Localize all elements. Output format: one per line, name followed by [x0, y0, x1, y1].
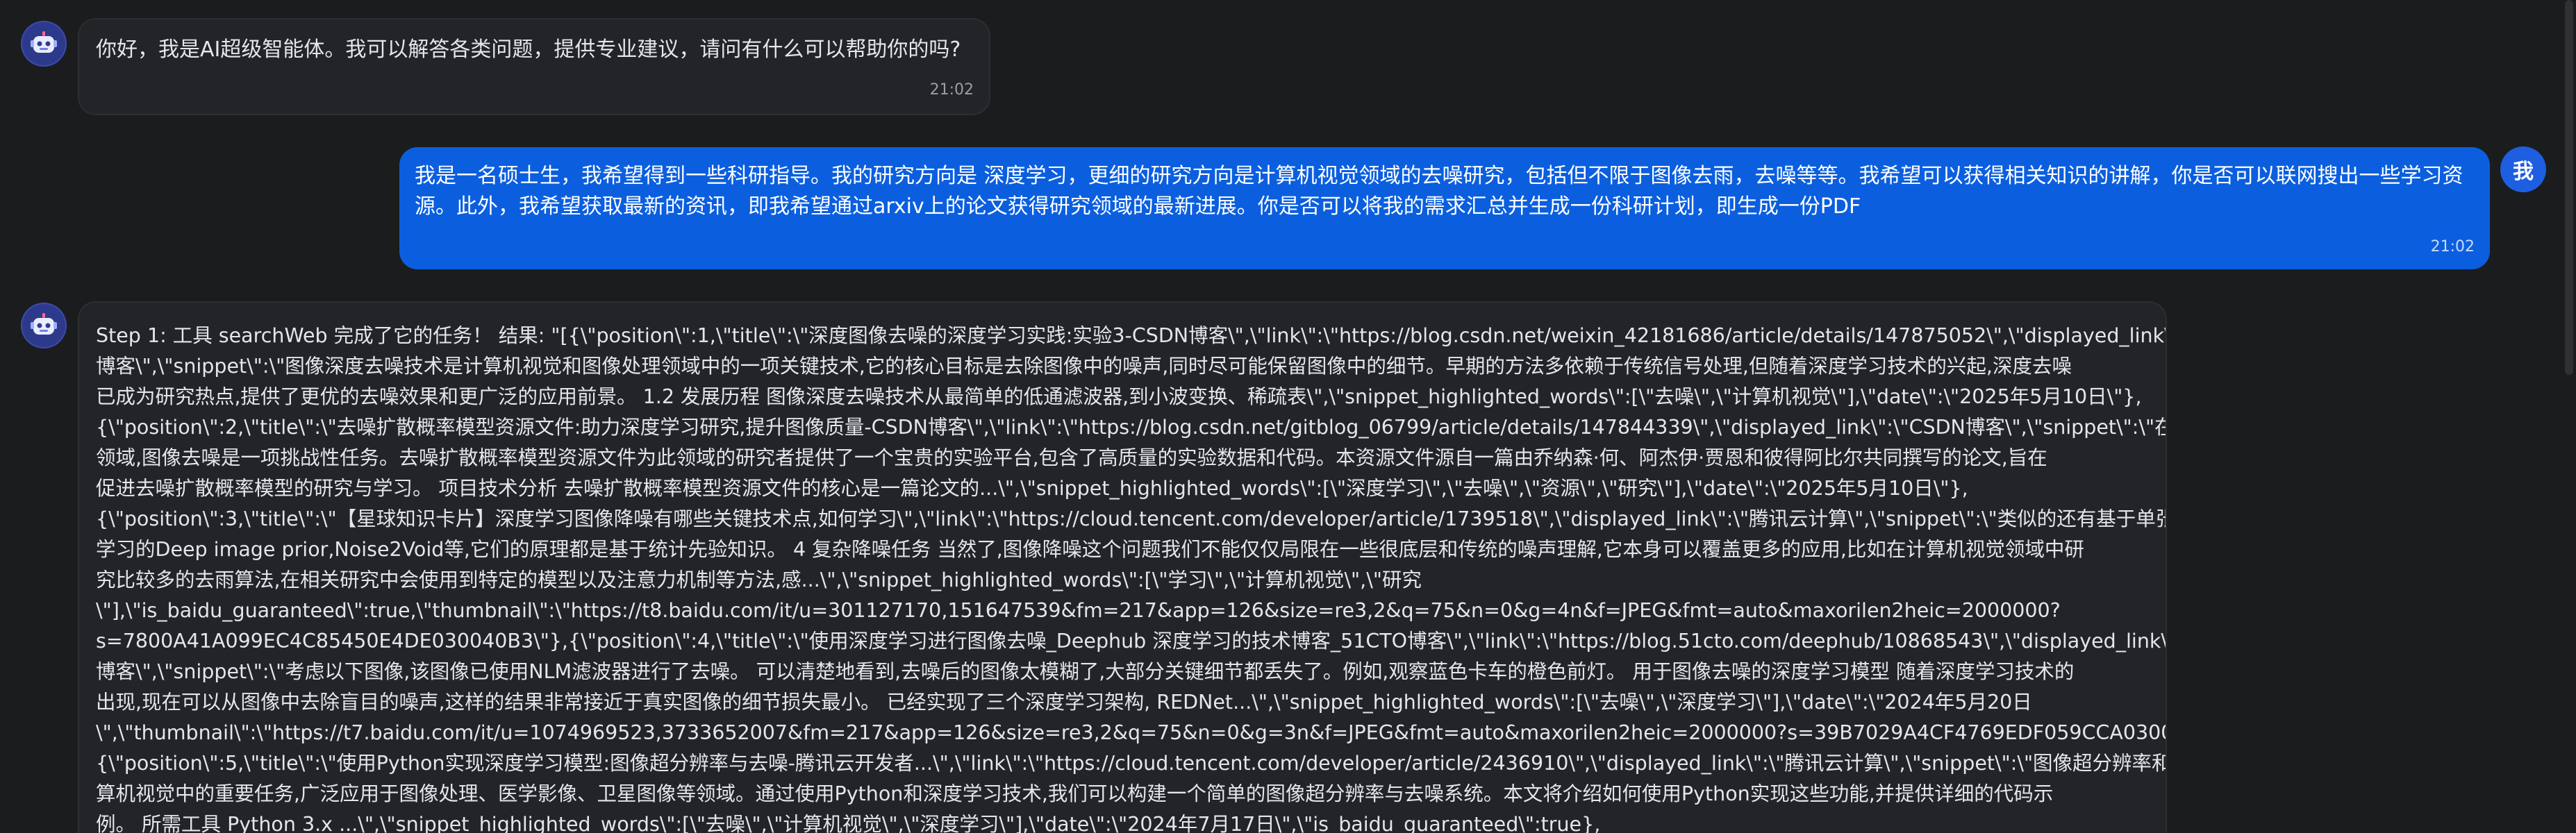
- message-text: Step 1: 工具 searchWeb 完成了它的任务！ 结果: "[{\"p…: [96, 321, 2167, 833]
- result-line: Step 1: 工具 searchWeb 完成了它的任务！ 结果: "[{\"p…: [96, 324, 2167, 347]
- result-line: {\"position\":2,\"title\":\"去噪扩散概率模型资源文件…: [96, 416, 2167, 439]
- result-line: \",\"thumbnail\":\"https://t7.baidu.com/…: [96, 721, 2167, 744]
- result-line: 例。 所需工具 Python 3.x ...\",\"snippet_highl…: [96, 813, 1601, 833]
- message-text: 你好，我是AI超级智能体。我可以解答各类问题，提供专业建议，请问有什么可以帮助你…: [96, 37, 961, 62]
- assistant-avatar: [21, 21, 67, 67]
- result-line: 学习的Deep image prior,Noise2Void等,它们的原理都是基…: [96, 538, 2084, 561]
- chat-scrollbar[interactable]: [2562, 0, 2576, 833]
- result-line: 促进去噪扩散概率模型的研究与学习。 项目技术分析 去噪扩散概率模型资源文件的核心…: [96, 477, 1968, 500]
- user-avatar: 我: [2500, 146, 2546, 192]
- robot-icon: [31, 31, 57, 53]
- result-line: 究比较多的去雨算法,在相关研究中会使用到特定的模型以及注意力机制等方法,感...…: [96, 569, 1422, 591]
- result-line: \"],\"is_baidu_guaranteed\":true,\"thumb…: [96, 599, 2061, 622]
- chat-scrollbar-thumb[interactable]: [2565, 0, 2573, 375]
- user-message: 我是一名硕士生，我希望得到一些科研指导。我的研究方向是 深度学习，更细的研究方向…: [399, 147, 2490, 269]
- result-line: 出现,现在可以从图像中去除盲目的噪声,这样的结果非常接近于真实图像的细节损失最小…: [96, 691, 2032, 714]
- message-time: 21:02: [929, 81, 974, 99]
- result-line: 已成为研究热点,提供了更优的去噪效果和更广泛的应用前景。 1.2 发展历程 图像…: [96, 385, 2142, 408]
- message-time: 21:02: [2430, 238, 2475, 255]
- result-line: 算机视觉中的重要任务,广泛应用于图像处理、医学影像、卫星图像等领域。通过使用Py…: [96, 782, 2054, 805]
- robot-icon: [31, 313, 57, 335]
- result-line: {\"position\":3,\"title\":\"【星球知识卡片】深度学习…: [96, 507, 2167, 530]
- result-line: s=7800A41A099EC4C85450E4DE030040B3\"},{\…: [96, 630, 2167, 653]
- assistant-tool-result-message: Step 1: 工具 searchWeb 完成了它的任务！ 结果: "[{\"p…: [78, 301, 2167, 833]
- result-line: {\"position\":5,\"title\":\"使用Python实现深度…: [96, 752, 2167, 775]
- message-text: 我是一名硕士生，我希望得到一些科研指导。我的研究方向是 深度学习，更细的研究方向…: [415, 164, 2463, 219]
- result-line: 博客\",\"snippet\":\"考虑以下图像,该图像已使用NLM滤波器进行…: [96, 660, 2075, 683]
- result-line: 博客\",\"snippet\":\"图像深度去噪技术是计算机视觉和图像处理领域…: [96, 355, 2072, 378]
- result-line: 领域,图像去噪是一项挑战性任务。去噪扩散概率模型资源文件为此领域的研究者提供了一…: [96, 446, 2047, 469]
- assistant-avatar: [21, 303, 67, 348]
- user-avatar-label: 我: [2513, 160, 2534, 184]
- assistant-message: 你好，我是AI超级智能体。我可以解答各类问题，提供专业建议，请问有什么可以帮助你…: [78, 18, 990, 115]
